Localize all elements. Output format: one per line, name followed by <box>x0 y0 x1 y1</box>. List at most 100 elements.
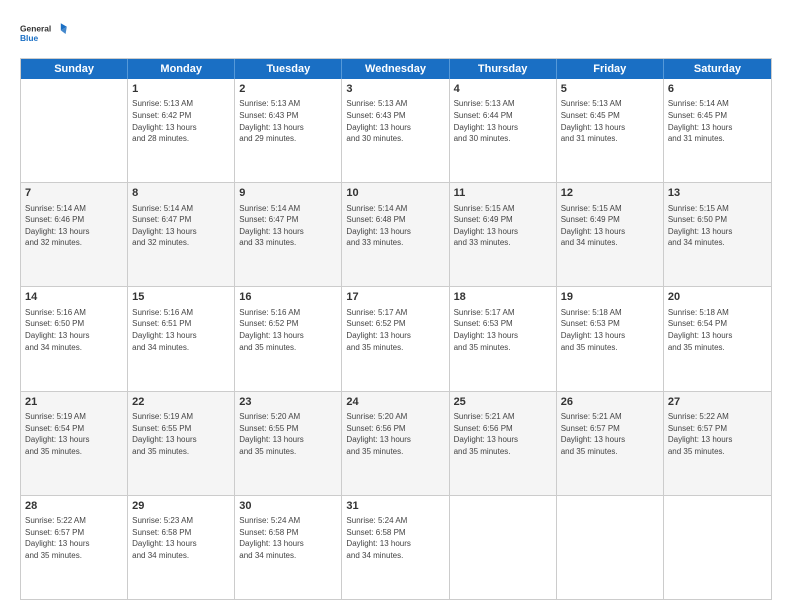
cell-info: Sunrise: 5:14 AM Sunset: 6:47 PM Dayligh… <box>239 203 337 249</box>
cal-cell-10: 10 Sunrise: 5:14 AM Sunset: 6:48 PM Dayli… <box>342 183 449 286</box>
cal-week-2: 7Sunrise: 5:14 AM Sunset: 6:46 PM Daylig… <box>21 183 771 287</box>
day-number: 15 <box>132 290 230 305</box>
cell-info: Sunrise: 5:18 AM Sunset: 6:53 PM Dayligh… <box>561 307 659 353</box>
day-number: 30 <box>239 499 337 514</box>
calendar: SundayMondayTuesdayWednesdayThursdayFrid… <box>20 58 772 600</box>
cell-info: Sunrise: 5:13 AM Sunset: 6:42 PM Dayligh… <box>132 98 230 144</box>
cell-info: Sunrise: 5:19 AM Sunset: 6:54 PM Dayligh… <box>25 411 123 457</box>
cal-cell-4: 4Sunrise: 5:13 AM Sunset: 6:44 PM Daylig… <box>450 79 557 182</box>
day-number: 16 <box>239 290 337 305</box>
cell-info: Sunrise: 5:14 AM Sunset: 6:46 PM Dayligh… <box>25 203 123 249</box>
cal-header-day-thursday: Thursday <box>450 59 557 79</box>
cal-cell-12: 12 Sunrise: 5:15 AM Sunset: 6:49 PM Dayli… <box>557 183 664 286</box>
cell-info: Sunrise: 5:17 AM Sunset: 6:52 PM Dayligh… <box>346 307 444 353</box>
cal-week-4: 21Sunrise: 5:19 AM Sunset: 6:54 PM Dayli… <box>21 392 771 496</box>
cal-cell-7: 7Sunrise: 5:14 AM Sunset: 6:46 PM Daylig… <box>21 183 128 286</box>
cal-cell-19: 19 Sunrise: 5:18 AM Sunset: 6:53 PM Dayli… <box>557 287 664 390</box>
cell-info: Sunrise: 5:14 AM Sunset: 6:48 PM Dayligh… <box>346 203 444 249</box>
cal-cell-14: 14 Sunrise: 5:16 AM Sunset: 6:50 PM Dayli… <box>21 287 128 390</box>
cell-info: Sunrise: 5:13 AM Sunset: 6:43 PM Dayligh… <box>346 98 444 144</box>
cal-cell-8: 8 Sunrise: 5:14 AM Sunset: 6:47 PM Daylig… <box>128 183 235 286</box>
cal-cell-5: 5Sunrise: 5:13 AM Sunset: 6:45 PM Daylig… <box>557 79 664 182</box>
calendar-header-row: SundayMondayTuesdayWednesdayThursdayFrid… <box>21 59 771 79</box>
cal-cell-23: 23Sunrise: 5:20 AM Sunset: 6:55 PM Dayli… <box>235 392 342 495</box>
cell-info: Sunrise: 5:15 AM Sunset: 6:49 PM Dayligh… <box>454 203 552 249</box>
cell-info: Sunrise: 5:14 AM Sunset: 6:45 PM Dayligh… <box>668 98 767 144</box>
cal-cell-30: 30Sunrise: 5:24 AM Sunset: 6:58 PM Dayli… <box>235 496 342 599</box>
logo: General Blue <box>20 16 68 52</box>
cell-info: Sunrise: 5:13 AM Sunset: 6:44 PM Dayligh… <box>454 98 552 144</box>
day-number: 23 <box>239 395 337 410</box>
cal-cell-13: 13Sunrise: 5:15 AM Sunset: 6:50 PM Dayli… <box>664 183 771 286</box>
cal-cell-29: 29Sunrise: 5:23 AM Sunset: 6:58 PM Dayli… <box>128 496 235 599</box>
day-number: 8 <box>132 186 230 201</box>
day-number: 18 <box>454 290 552 305</box>
day-number: 26 <box>561 395 659 410</box>
page: General Blue SundayMondayTuesdayWednesda… <box>0 0 792 612</box>
cell-info: Sunrise: 5:16 AM Sunset: 6:50 PM Dayligh… <box>25 307 123 353</box>
day-number: 6 <box>668 82 767 97</box>
cell-info: Sunrise: 5:18 AM Sunset: 6:54 PM Dayligh… <box>668 307 767 353</box>
cal-header-day-friday: Friday <box>557 59 664 79</box>
logo-svg: General Blue <box>20 16 68 52</box>
day-number: 21 <box>25 395 123 410</box>
day-number: 25 <box>454 395 552 410</box>
day-number: 12 <box>561 186 659 201</box>
cell-info: Sunrise: 5:20 AM Sunset: 6:55 PM Dayligh… <box>239 411 337 457</box>
cell-info: Sunrise: 5:15 AM Sunset: 6:49 PM Dayligh… <box>561 203 659 249</box>
day-number: 19 <box>561 290 659 305</box>
day-number: 9 <box>239 186 337 201</box>
cell-info: Sunrise: 5:14 AM Sunset: 6:47 PM Dayligh… <box>132 203 230 249</box>
cell-info: Sunrise: 5:22 AM Sunset: 6:57 PM Dayligh… <box>25 515 123 561</box>
cell-info: Sunrise: 5:20 AM Sunset: 6:56 PM Dayligh… <box>346 411 444 457</box>
cell-info: Sunrise: 5:13 AM Sunset: 6:43 PM Dayligh… <box>239 98 337 144</box>
cell-info: Sunrise: 5:19 AM Sunset: 6:55 PM Dayligh… <box>132 411 230 457</box>
cal-cell-1: 1Sunrise: 5:13 AM Sunset: 6:42 PM Daylig… <box>128 79 235 182</box>
calendar-body: 1Sunrise: 5:13 AM Sunset: 6:42 PM Daylig… <box>21 79 771 599</box>
cal-cell-empty-4-5 <box>557 496 664 599</box>
cal-cell-20: 20 Sunrise: 5:18 AM Sunset: 6:54 PM Dayli… <box>664 287 771 390</box>
cal-header-day-tuesday: Tuesday <box>235 59 342 79</box>
cell-info: Sunrise: 5:24 AM Sunset: 6:58 PM Dayligh… <box>239 515 337 561</box>
cell-info: Sunrise: 5:21 AM Sunset: 6:57 PM Dayligh… <box>561 411 659 457</box>
day-number: 5 <box>561 82 659 97</box>
cal-cell-9: 9 Sunrise: 5:14 AM Sunset: 6:47 PM Daylig… <box>235 183 342 286</box>
day-number: 22 <box>132 395 230 410</box>
day-number: 17 <box>346 290 444 305</box>
cal-cell-11: 11 Sunrise: 5:15 AM Sunset: 6:49 PM Dayli… <box>450 183 557 286</box>
cal-cell-empty-0-0 <box>21 79 128 182</box>
cal-cell-24: 24Sunrise: 5:20 AM Sunset: 6:56 PM Dayli… <box>342 392 449 495</box>
cal-cell-26: 26Sunrise: 5:21 AM Sunset: 6:57 PM Dayli… <box>557 392 664 495</box>
cell-info: Sunrise: 5:16 AM Sunset: 6:52 PM Dayligh… <box>239 307 337 353</box>
day-number: 1 <box>132 82 230 97</box>
day-number: 31 <box>346 499 444 514</box>
cal-cell-empty-4-6 <box>664 496 771 599</box>
day-number: 14 <box>25 290 123 305</box>
day-number: 2 <box>239 82 337 97</box>
cal-cell-16: 16 Sunrise: 5:16 AM Sunset: 6:52 PM Dayli… <box>235 287 342 390</box>
cal-header-day-monday: Monday <box>128 59 235 79</box>
day-number: 10 <box>346 186 444 201</box>
day-number: 20 <box>668 290 767 305</box>
cell-info: Sunrise: 5:23 AM Sunset: 6:58 PM Dayligh… <box>132 515 230 561</box>
day-number: 24 <box>346 395 444 410</box>
cal-cell-21: 21Sunrise: 5:19 AM Sunset: 6:54 PM Dayli… <box>21 392 128 495</box>
cal-header-day-saturday: Saturday <box>664 59 771 79</box>
day-number: 29 <box>132 499 230 514</box>
cal-cell-27: 27Sunrise: 5:22 AM Sunset: 6:57 PM Dayli… <box>664 392 771 495</box>
cal-cell-6: 6Sunrise: 5:14 AM Sunset: 6:45 PM Daylig… <box>664 79 771 182</box>
cal-week-3: 14 Sunrise: 5:16 AM Sunset: 6:50 PM Dayli… <box>21 287 771 391</box>
header: General Blue <box>20 16 772 52</box>
svg-text:General: General <box>20 24 51 34</box>
day-number: 3 <box>346 82 444 97</box>
svg-text:Blue: Blue <box>20 33 39 43</box>
day-number: 13 <box>668 186 767 201</box>
cal-week-1: 1Sunrise: 5:13 AM Sunset: 6:42 PM Daylig… <box>21 79 771 183</box>
cal-cell-2: 2Sunrise: 5:13 AM Sunset: 6:43 PM Daylig… <box>235 79 342 182</box>
cal-header-day-sunday: Sunday <box>21 59 128 79</box>
cal-week-5: 28Sunrise: 5:22 AM Sunset: 6:57 PM Dayli… <box>21 496 771 599</box>
day-number: 11 <box>454 186 552 201</box>
cal-cell-17: 17 Sunrise: 5:17 AM Sunset: 6:52 PM Dayli… <box>342 287 449 390</box>
day-number: 27 <box>668 395 767 410</box>
cal-cell-15: 15Sunrise: 5:16 AM Sunset: 6:51 PM Dayli… <box>128 287 235 390</box>
